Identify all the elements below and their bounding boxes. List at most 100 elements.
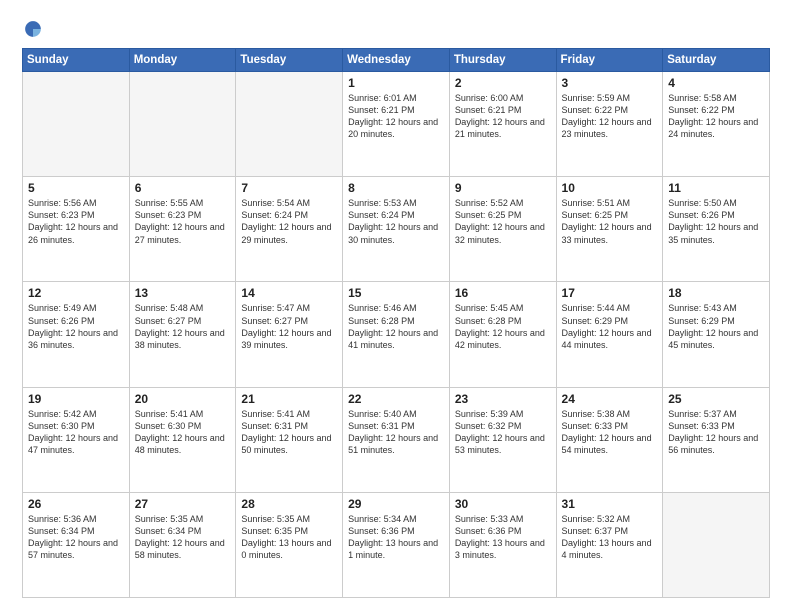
logo-icon [22, 18, 44, 40]
day-cell-21: 21 Sunrise: 5:41 AMSunset: 6:31 PMDayligh… [236, 387, 343, 492]
weekday-header-row: SundayMondayTuesdayWednesdayThursdayFrid… [23, 49, 770, 72]
day-cell-8: 8 Sunrise: 5:53 AMSunset: 6:24 PMDaylight… [343, 177, 450, 282]
day-info: Sunrise: 5:37 AMSunset: 6:33 PMDaylight:… [668, 408, 764, 457]
header [22, 18, 770, 40]
day-info: Sunrise: 5:43 AMSunset: 6:29 PMDaylight:… [668, 302, 764, 351]
calendar-table: SundayMondayTuesdayWednesdayThursdayFrid… [22, 48, 770, 598]
day-info: Sunrise: 5:41 AMSunset: 6:30 PMDaylight:… [135, 408, 231, 457]
day-cell-20: 20 Sunrise: 5:41 AMSunset: 6:30 PMDayligh… [129, 387, 236, 492]
day-cell-28: 28Sunrise: 5:35 AMSunset: 6:35 PMDayligh… [236, 492, 343, 597]
day-info: Sunrise: 5:41 AMSunset: 6:31 PMDaylight:… [241, 408, 337, 457]
day-number: 4 [668, 76, 764, 90]
week-row-4: 19 Sunrise: 5:42 AMSunset: 6:30 PMDayligh… [23, 387, 770, 492]
day-cell-2: 2 Sunrise: 6:00 AMSunset: 6:21 PMDaylight… [449, 72, 556, 177]
day-cell-23: 23Sunrise: 5:39 AMSunset: 6:32 PMDayligh… [449, 387, 556, 492]
day-info: Sunrise: 5:49 AMSunset: 6:26 PMDaylight:… [28, 302, 124, 351]
day-cell-16: 16 Sunrise: 5:45 AMSunset: 6:28 PMDayligh… [449, 282, 556, 387]
weekday-header-tuesday: Tuesday [236, 49, 343, 72]
week-row-2: 5 Sunrise: 5:56 AMSunset: 6:23 PMDaylight… [23, 177, 770, 282]
day-info: Sunrise: 5:55 AMSunset: 6:23 PMDaylight:… [135, 197, 231, 246]
day-number: 29 [348, 497, 444, 511]
day-info: Sunrise: 5:48 AMSunset: 6:27 PMDaylight:… [135, 302, 231, 351]
day-cell-30: 30 Sunrise: 5:33 AMSunset: 6:36 PMDayligh… [449, 492, 556, 597]
day-info: Sunrise: 5:59 AMSunset: 6:22 PMDaylight:… [562, 92, 658, 141]
logo [22, 18, 48, 40]
day-info: Sunrise: 5:33 AMSunset: 6:36 PMDaylight:… [455, 513, 551, 562]
day-number: 22 [348, 392, 444, 406]
day-number: 7 [241, 181, 337, 195]
day-number: 6 [135, 181, 231, 195]
day-info: Sunrise: 5:40 AMSunset: 6:31 PMDaylight:… [348, 408, 444, 457]
empty-cell [663, 492, 770, 597]
day-number: 27 [135, 497, 231, 511]
day-cell-13: 13Sunrise: 5:48 AMSunset: 6:27 PMDayligh… [129, 282, 236, 387]
day-number: 11 [668, 181, 764, 195]
day-cell-26: 26 Sunrise: 5:36 AMSunset: 6:34 PMDayligh… [23, 492, 130, 597]
day-info: Sunrise: 6:01 AMSunset: 6:21 PMDaylight:… [348, 92, 444, 141]
day-cell-1: 1 Sunrise: 6:01 AMSunset: 6:21 PMDaylight… [343, 72, 450, 177]
day-cell-24: 24 Sunrise: 5:38 AMSunset: 6:33 PMDayligh… [556, 387, 663, 492]
day-number: 2 [455, 76, 551, 90]
day-number: 1 [348, 76, 444, 90]
day-cell-27: 27 Sunrise: 5:35 AMSunset: 6:34 PMDayligh… [129, 492, 236, 597]
day-number: 15 [348, 286, 444, 300]
weekday-header-wednesday: Wednesday [343, 49, 450, 72]
day-cell-12: 12 Sunrise: 5:49 AMSunset: 6:26 PMDayligh… [23, 282, 130, 387]
day-info: Sunrise: 5:53 AMSunset: 6:24 PMDaylight:… [348, 197, 444, 246]
day-number: 30 [455, 497, 551, 511]
day-number: 5 [28, 181, 124, 195]
day-number: 31 [562, 497, 658, 511]
day-cell-4: 4 Sunrise: 5:58 AMSunset: 6:22 PMDaylight… [663, 72, 770, 177]
day-info: Sunrise: 5:42 AMSunset: 6:30 PMDaylight:… [28, 408, 124, 457]
day-info: Sunrise: 5:35 AMSunset: 6:34 PMDaylight:… [135, 513, 231, 562]
day-info: Sunrise: 5:32 AMSunset: 6:37 PMDaylight:… [562, 513, 658, 562]
day-info: Sunrise: 5:44 AMSunset: 6:29 PMDaylight:… [562, 302, 658, 351]
day-info: Sunrise: 5:50 AMSunset: 6:26 PMDaylight:… [668, 197, 764, 246]
day-number: 19 [28, 392, 124, 406]
week-row-5: 26 Sunrise: 5:36 AMSunset: 6:34 PMDayligh… [23, 492, 770, 597]
day-cell-5: 5 Sunrise: 5:56 AMSunset: 6:23 PMDaylight… [23, 177, 130, 282]
day-info: Sunrise: 5:36 AMSunset: 6:34 PMDaylight:… [28, 513, 124, 562]
day-info: Sunrise: 5:38 AMSunset: 6:33 PMDaylight:… [562, 408, 658, 457]
day-number: 12 [28, 286, 124, 300]
day-info: Sunrise: 5:46 AMSunset: 6:28 PMDaylight:… [348, 302, 444, 351]
day-number: 24 [562, 392, 658, 406]
day-info: Sunrise: 5:35 AMSunset: 6:35 PMDaylight:… [241, 513, 337, 562]
day-number: 20 [135, 392, 231, 406]
day-number: 21 [241, 392, 337, 406]
page: SundayMondayTuesdayWednesdayThursdayFrid… [0, 0, 792, 612]
empty-cell [129, 72, 236, 177]
day-cell-7: 7Sunrise: 5:54 AMSunset: 6:24 PMDaylight… [236, 177, 343, 282]
day-number: 14 [241, 286, 337, 300]
day-info: Sunrise: 6:00 AMSunset: 6:21 PMDaylight:… [455, 92, 551, 141]
weekday-header-monday: Monday [129, 49, 236, 72]
weekday-header-thursday: Thursday [449, 49, 556, 72]
day-number: 8 [348, 181, 444, 195]
day-info: Sunrise: 5:52 AMSunset: 6:25 PMDaylight:… [455, 197, 551, 246]
weekday-header-sunday: Sunday [23, 49, 130, 72]
day-cell-11: 11 Sunrise: 5:50 AMSunset: 6:26 PMDayligh… [663, 177, 770, 282]
day-cell-17: 17Sunrise: 5:44 AMSunset: 6:29 PMDayligh… [556, 282, 663, 387]
week-row-3: 12 Sunrise: 5:49 AMSunset: 6:26 PMDayligh… [23, 282, 770, 387]
day-number: 16 [455, 286, 551, 300]
empty-cell [236, 72, 343, 177]
day-number: 10 [562, 181, 658, 195]
day-info: Sunrise: 5:39 AMSunset: 6:32 PMDaylight:… [455, 408, 551, 457]
day-number: 25 [668, 392, 764, 406]
day-cell-29: 29 Sunrise: 5:34 AMSunset: 6:36 PMDayligh… [343, 492, 450, 597]
day-info: Sunrise: 5:45 AMSunset: 6:28 PMDaylight:… [455, 302, 551, 351]
day-number: 3 [562, 76, 658, 90]
day-cell-14: 14 Sunrise: 5:47 AMSunset: 6:27 PMDayligh… [236, 282, 343, 387]
day-number: 9 [455, 181, 551, 195]
day-info: Sunrise: 5:51 AMSunset: 6:25 PMDaylight:… [562, 197, 658, 246]
day-cell-25: 25 Sunrise: 5:37 AMSunset: 6:33 PMDayligh… [663, 387, 770, 492]
day-info: Sunrise: 5:34 AMSunset: 6:36 PMDaylight:… [348, 513, 444, 562]
day-info: Sunrise: 5:47 AMSunset: 6:27 PMDaylight:… [241, 302, 337, 351]
day-cell-9: 9 Sunrise: 5:52 AMSunset: 6:25 PMDaylight… [449, 177, 556, 282]
day-info: Sunrise: 5:56 AMSunset: 6:23 PMDaylight:… [28, 197, 124, 246]
day-number: 26 [28, 497, 124, 511]
day-cell-22: 22 Sunrise: 5:40 AMSunset: 6:31 PMDayligh… [343, 387, 450, 492]
day-cell-19: 19 Sunrise: 5:42 AMSunset: 6:30 PMDayligh… [23, 387, 130, 492]
day-cell-10: 10 Sunrise: 5:51 AMSunset: 6:25 PMDayligh… [556, 177, 663, 282]
day-info: Sunrise: 5:58 AMSunset: 6:22 PMDaylight:… [668, 92, 764, 141]
